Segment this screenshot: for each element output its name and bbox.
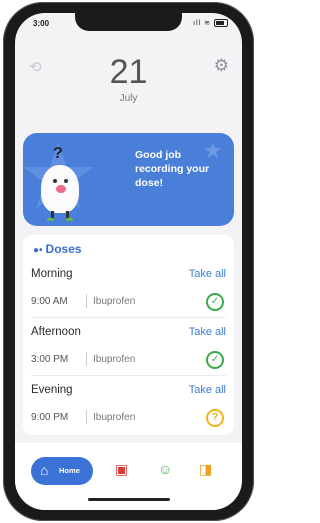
tab-home[interactable]: ⌂ Home: [31, 457, 93, 485]
take-all-morning-button[interactable]: Take all: [189, 268, 226, 280]
home-icon: ⌂: [40, 462, 49, 478]
divider: [31, 317, 226, 318]
take-all-evening-button[interactable]: Take all: [189, 384, 226, 396]
taken-check-icon[interactable]: ✓: [206, 293, 224, 311]
date-day: 21: [109, 53, 148, 91]
group-label-evening: Evening: [31, 384, 73, 396]
banner-message: Good job recording your dose!: [135, 149, 210, 189]
unknown-status-icon[interactable]: ?: [206, 409, 224, 427]
take-all-afternoon-button[interactable]: Take all: [189, 326, 226, 338]
dose-separator: [86, 352, 87, 366]
dose-separator: [86, 410, 87, 424]
tab-home-label: Home: [59, 466, 80, 475]
dose-row[interactable]: 9:00 AM Ibuprofen ✓: [31, 293, 226, 311]
phone-frame: 3:00 ıll ≋ ⟲ ⚙ 21 July ★ ★ ? Good job re…: [3, 2, 254, 521]
date-month: July: [119, 93, 138, 104]
signal-icon: ıll: [193, 20, 202, 27]
dose-medication: Ibuprofen: [93, 412, 136, 423]
mascot-foot: [66, 218, 73, 221]
dose-time: 3:00 PM: [31, 354, 69, 365]
dose-row[interactable]: 9:00 PM Ibuprofen ?: [31, 409, 226, 427]
dose-time: 9:00 AM: [31, 296, 68, 307]
mood-icon[interactable]: ☺: [158, 461, 172, 477]
dose-separator: [86, 294, 87, 308]
taken-check-icon[interactable]: ✓: [206, 351, 224, 369]
status-time: 3:00: [33, 19, 50, 28]
question-mark-icon: ?: [53, 145, 63, 162]
medication-icon[interactable]: ▣: [115, 461, 128, 478]
mascot-eye: [64, 179, 68, 183]
dose-row[interactable]: 3:00 PM Ibuprofen ✓: [31, 351, 226, 369]
dose-medication: Ibuprofen: [93, 296, 136, 307]
group-label-morning: Morning: [31, 268, 73, 280]
dose-time: 9:00 PM: [31, 412, 69, 423]
wifi-icon: ≋: [204, 20, 212, 27]
dose-medication: Ibuprofen: [93, 354, 136, 365]
notch: [75, 13, 182, 31]
doses-header: ●• Doses: [33, 242, 82, 256]
group-label-afternoon: Afternoon: [31, 326, 81, 338]
mascot-illustration: [41, 165, 79, 221]
doses-title: Doses: [45, 242, 82, 256]
status-icons: ıll ≋: [193, 19, 228, 28]
doses-card: ●• Doses Morning Take all 9:00 AM Ibuprof…: [23, 235, 234, 435]
pills-icon: ●•: [33, 245, 43, 256]
notes-icon[interactable]: ◨: [199, 461, 212, 478]
app-screen: 3:00 ıll ≋ ⟲ ⚙ 21 July ★ ★ ? Good job re…: [15, 13, 242, 510]
battery-icon: [214, 19, 228, 28]
mascot-foot: [47, 218, 54, 221]
divider: [31, 375, 226, 376]
tab-bar: ⌂ Home ▣ ☺ ◨: [15, 443, 242, 510]
mascot-nose: [56, 185, 66, 193]
mascot-eye: [53, 179, 57, 183]
feedback-banner: ★ ★ ? Good job recording your dose!: [23, 133, 234, 226]
home-indicator: [88, 498, 170, 501]
